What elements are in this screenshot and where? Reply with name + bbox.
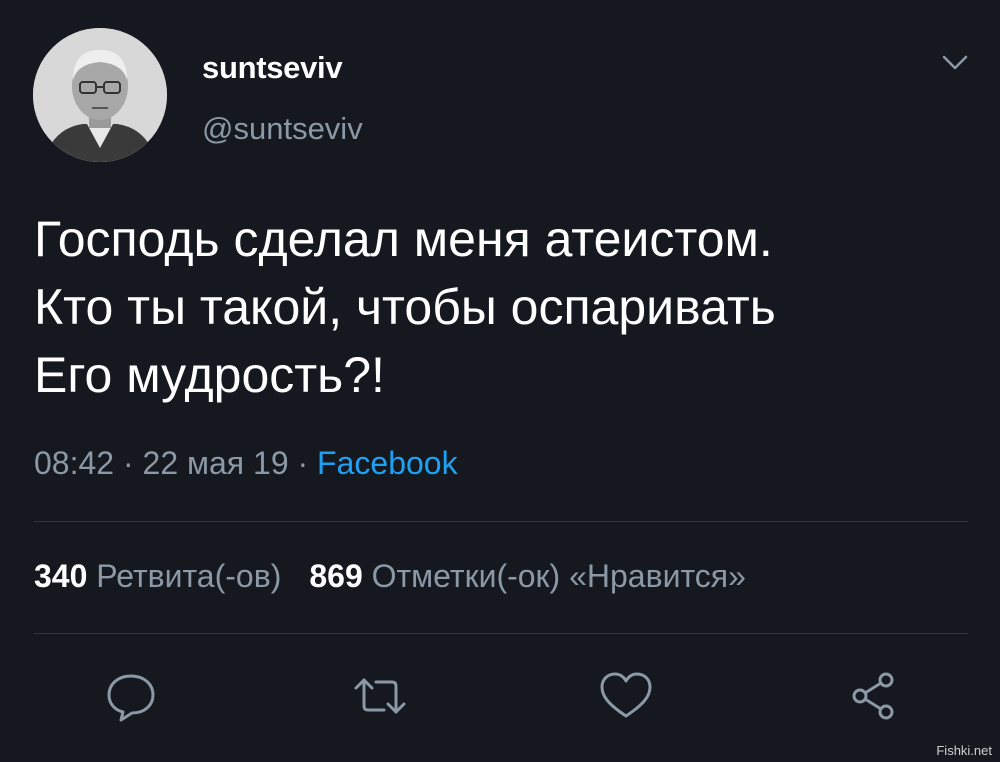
retweet-icon[interactable] [352,668,408,724]
tweet-source-link[interactable]: Facebook [317,445,458,481]
tweet-line: Его мудрость?! [34,347,385,403]
tweet-date[interactable]: 22 мая 19 [143,445,289,481]
likes-label: Отметки(-ок) «Нравится» [371,558,746,594]
avatar[interactable] [33,28,167,162]
divider [34,633,968,634]
tweet-meta: 08:42 · 22 мая 19 · Facebook [34,445,458,482]
tweet-line: Господь сделал меня атеистом. [34,211,773,267]
meta-separator: · [297,445,309,481]
tweet-card: suntseviv @suntseviv Господь сделал меня… [0,0,1000,762]
tweet-stats: 340 Ретвита(-ов) 869 Отметки(-ок) «Нравит… [34,558,746,595]
share-icon[interactable] [846,668,902,724]
watermark: Fishki.net [936,743,992,758]
divider [34,521,968,522]
like-icon[interactable] [598,668,654,724]
retweets-count: 340 [34,558,88,594]
likes-stat[interactable]: 869 Отметки(-ок) «Нравится» [309,558,746,594]
retweets-label: Ретвита(-ов) [96,558,282,594]
tweet-time: 08:42 [34,445,115,481]
chevron-down-icon[interactable] [940,52,970,74]
tweet-line: Кто ты такой, чтобы оспаривать [34,279,776,335]
tweet-text: Господь сделал меня атеистом. Кто ты так… [34,205,974,409]
user-handle[interactable]: @suntseviv [202,111,363,147]
meta-separator: · [122,445,134,481]
likes-count: 869 [309,558,363,594]
display-name[interactable]: suntseviv [202,50,343,86]
retweets-stat[interactable]: 340 Ретвита(-ов) [34,558,281,594]
reply-icon[interactable] [103,668,159,724]
